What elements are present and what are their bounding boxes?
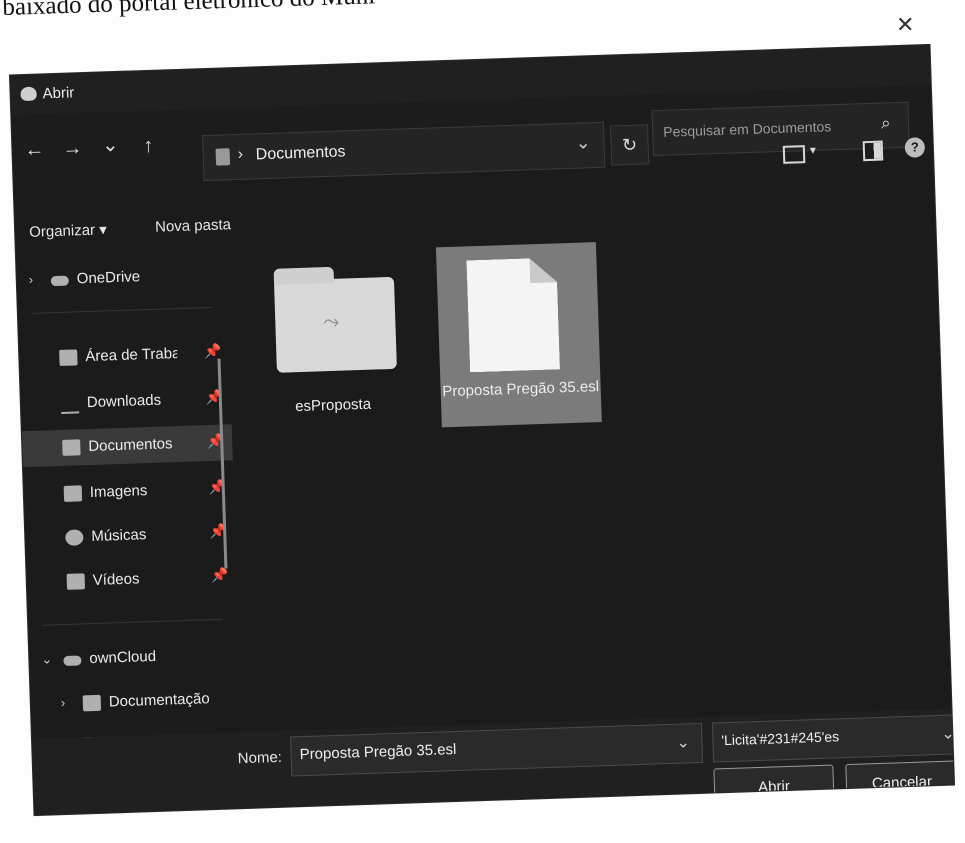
sidebar-item-label: Documentos: [88, 435, 173, 456]
open-button[interactable]: Abrir: [713, 764, 835, 811]
file-name: Proposta Pregão 35.esl: [442, 378, 600, 401]
search-icon[interactable]: ⌕: [881, 113, 891, 133]
chevron-down-icon[interactable]: ⌄: [941, 723, 954, 743]
sidebar-item-label: Vídeos: [92, 570, 140, 589]
open-file-dialog: Abrir › Documentos ⌄ ↻ Pesquisar em Docu…: [9, 44, 955, 816]
app-icon: [20, 86, 37, 102]
file-item-folder[interactable]: ⤳ esProposta: [248, 248, 414, 433]
folder-icon: ⤳: [273, 276, 397, 373]
sidebar-item-label: ownCloud: [89, 647, 157, 668]
view-mode-dropdown[interactable]: ▾: [810, 143, 816, 157]
sidebar-item-label: Músicas: [91, 526, 147, 546]
organize-button[interactable]: Organizar ▾: [29, 220, 107, 241]
sidebar-divider: [42, 618, 223, 626]
chevron-down-icon[interactable]: ⌄: [676, 732, 690, 752]
download-icon: [60, 395, 80, 414]
file-type-value[interactable]: 'Licita'#231#245'es: [721, 728, 839, 748]
sidebar-item-documentacao[interactable]: › Documentação: [30, 680, 241, 723]
sidebar-item-videos[interactable]: Vídeos 📌: [26, 558, 237, 601]
sidebar-item-downloads[interactable]: Downloads 📌: [20, 380, 231, 423]
sidebar-item-label: Downloads: [86, 391, 162, 412]
cloud-icon: [50, 275, 69, 287]
folder-icon: [82, 694, 102, 712]
close-icon[interactable]: ✕: [896, 12, 914, 38]
file-name: esProposta: [294, 395, 372, 416]
new-folder-button[interactable]: Nova pasta: [155, 216, 231, 236]
music-icon: [65, 529, 84, 546]
videos-icon: [66, 573, 86, 590]
dialog-title: Abrir: [42, 84, 75, 103]
chevron-down-icon[interactable]: ⌄: [41, 651, 52, 667]
file-name-label: Nome:: [237, 748, 283, 768]
chevron-right-icon[interactable]: ›: [29, 272, 34, 287]
sidebar-item-desktop[interactable]: Área de Trabalho 📌: [19, 334, 230, 377]
sidebar-item-documents[interactable]: Documentos 📌: [21, 424, 233, 468]
sidebar-item-label: Área de Trabalho: [85, 345, 178, 366]
forward-button[interactable]: →: [58, 137, 87, 161]
chevron-down-icon[interactable]: ⌄: [575, 132, 591, 153]
document-fold: [529, 257, 557, 283]
shortcut-icon: ⤳: [322, 310, 340, 334]
sidebar-item-label: Documentação: [108, 690, 210, 711]
file-name-input[interactable]: Proposta Pregão 35.esl ⌄: [290, 722, 704, 777]
recent-locations-button[interactable]: ⌄: [96, 132, 125, 158]
sidebar-item-music[interactable]: Músicas 📌: [25, 514, 236, 557]
chevron-right-icon[interactable]: ›: [61, 695, 66, 710]
navigation-pane: › OneDrive Área de Trabalho 📌 Downloads …: [16, 244, 257, 754]
refresh-button[interactable]: ↻: [609, 124, 650, 166]
images-icon: [63, 485, 83, 502]
sidebar-item-label: OneDrive: [76, 268, 141, 288]
sidebar-item-label: Imagens: [89, 482, 148, 502]
cancel-button[interactable]: Cancelar: [845, 760, 955, 807]
address-bar[interactable]: › Documentos ⌄: [202, 121, 606, 182]
sidebar-item-images[interactable]: Imagens 📌: [23, 470, 234, 513]
desktop-icon: [59, 349, 78, 366]
pin-icon: 📌: [203, 342, 222, 360]
sidebar-item-owncloud[interactable]: ⌄ ownCloud: [29, 636, 240, 679]
back-button[interactable]: ←: [20, 138, 49, 162]
breadcrumb-documentos[interactable]: Documentos: [255, 143, 345, 164]
breadcrumb-separator: ›: [237, 145, 244, 163]
file-item-selected[interactable]: Proposta Pregão 35.esl: [435, 242, 602, 428]
search-input[interactable]: Pesquisar em Documentos: [663, 118, 832, 140]
pin-icon: 📌: [210, 566, 229, 584]
preview-pane-icon[interactable]: [862, 140, 884, 162]
sidebar-item-onedrive[interactable]: › OneDrive: [16, 256, 227, 299]
sidebar-divider: [31, 306, 212, 314]
up-button[interactable]: ↑: [134, 134, 163, 158]
background-document-text: baixado do portal eletrônico do Muni: [2, 0, 376, 21]
cloud-icon: [63, 655, 82, 667]
view-mode-icon[interactable]: [782, 145, 806, 164]
documents-icon: [215, 148, 231, 166]
documents-icon: [62, 439, 81, 456]
file-name-value[interactable]: Proposta Pregão 35.esl: [299, 741, 456, 763]
file-list: ⤳ esProposta Proposta Pregão 35.esl: [248, 221, 954, 734]
file-type-select[interactable]: 'Licita'#231#245'es ⌄: [711, 714, 955, 763]
